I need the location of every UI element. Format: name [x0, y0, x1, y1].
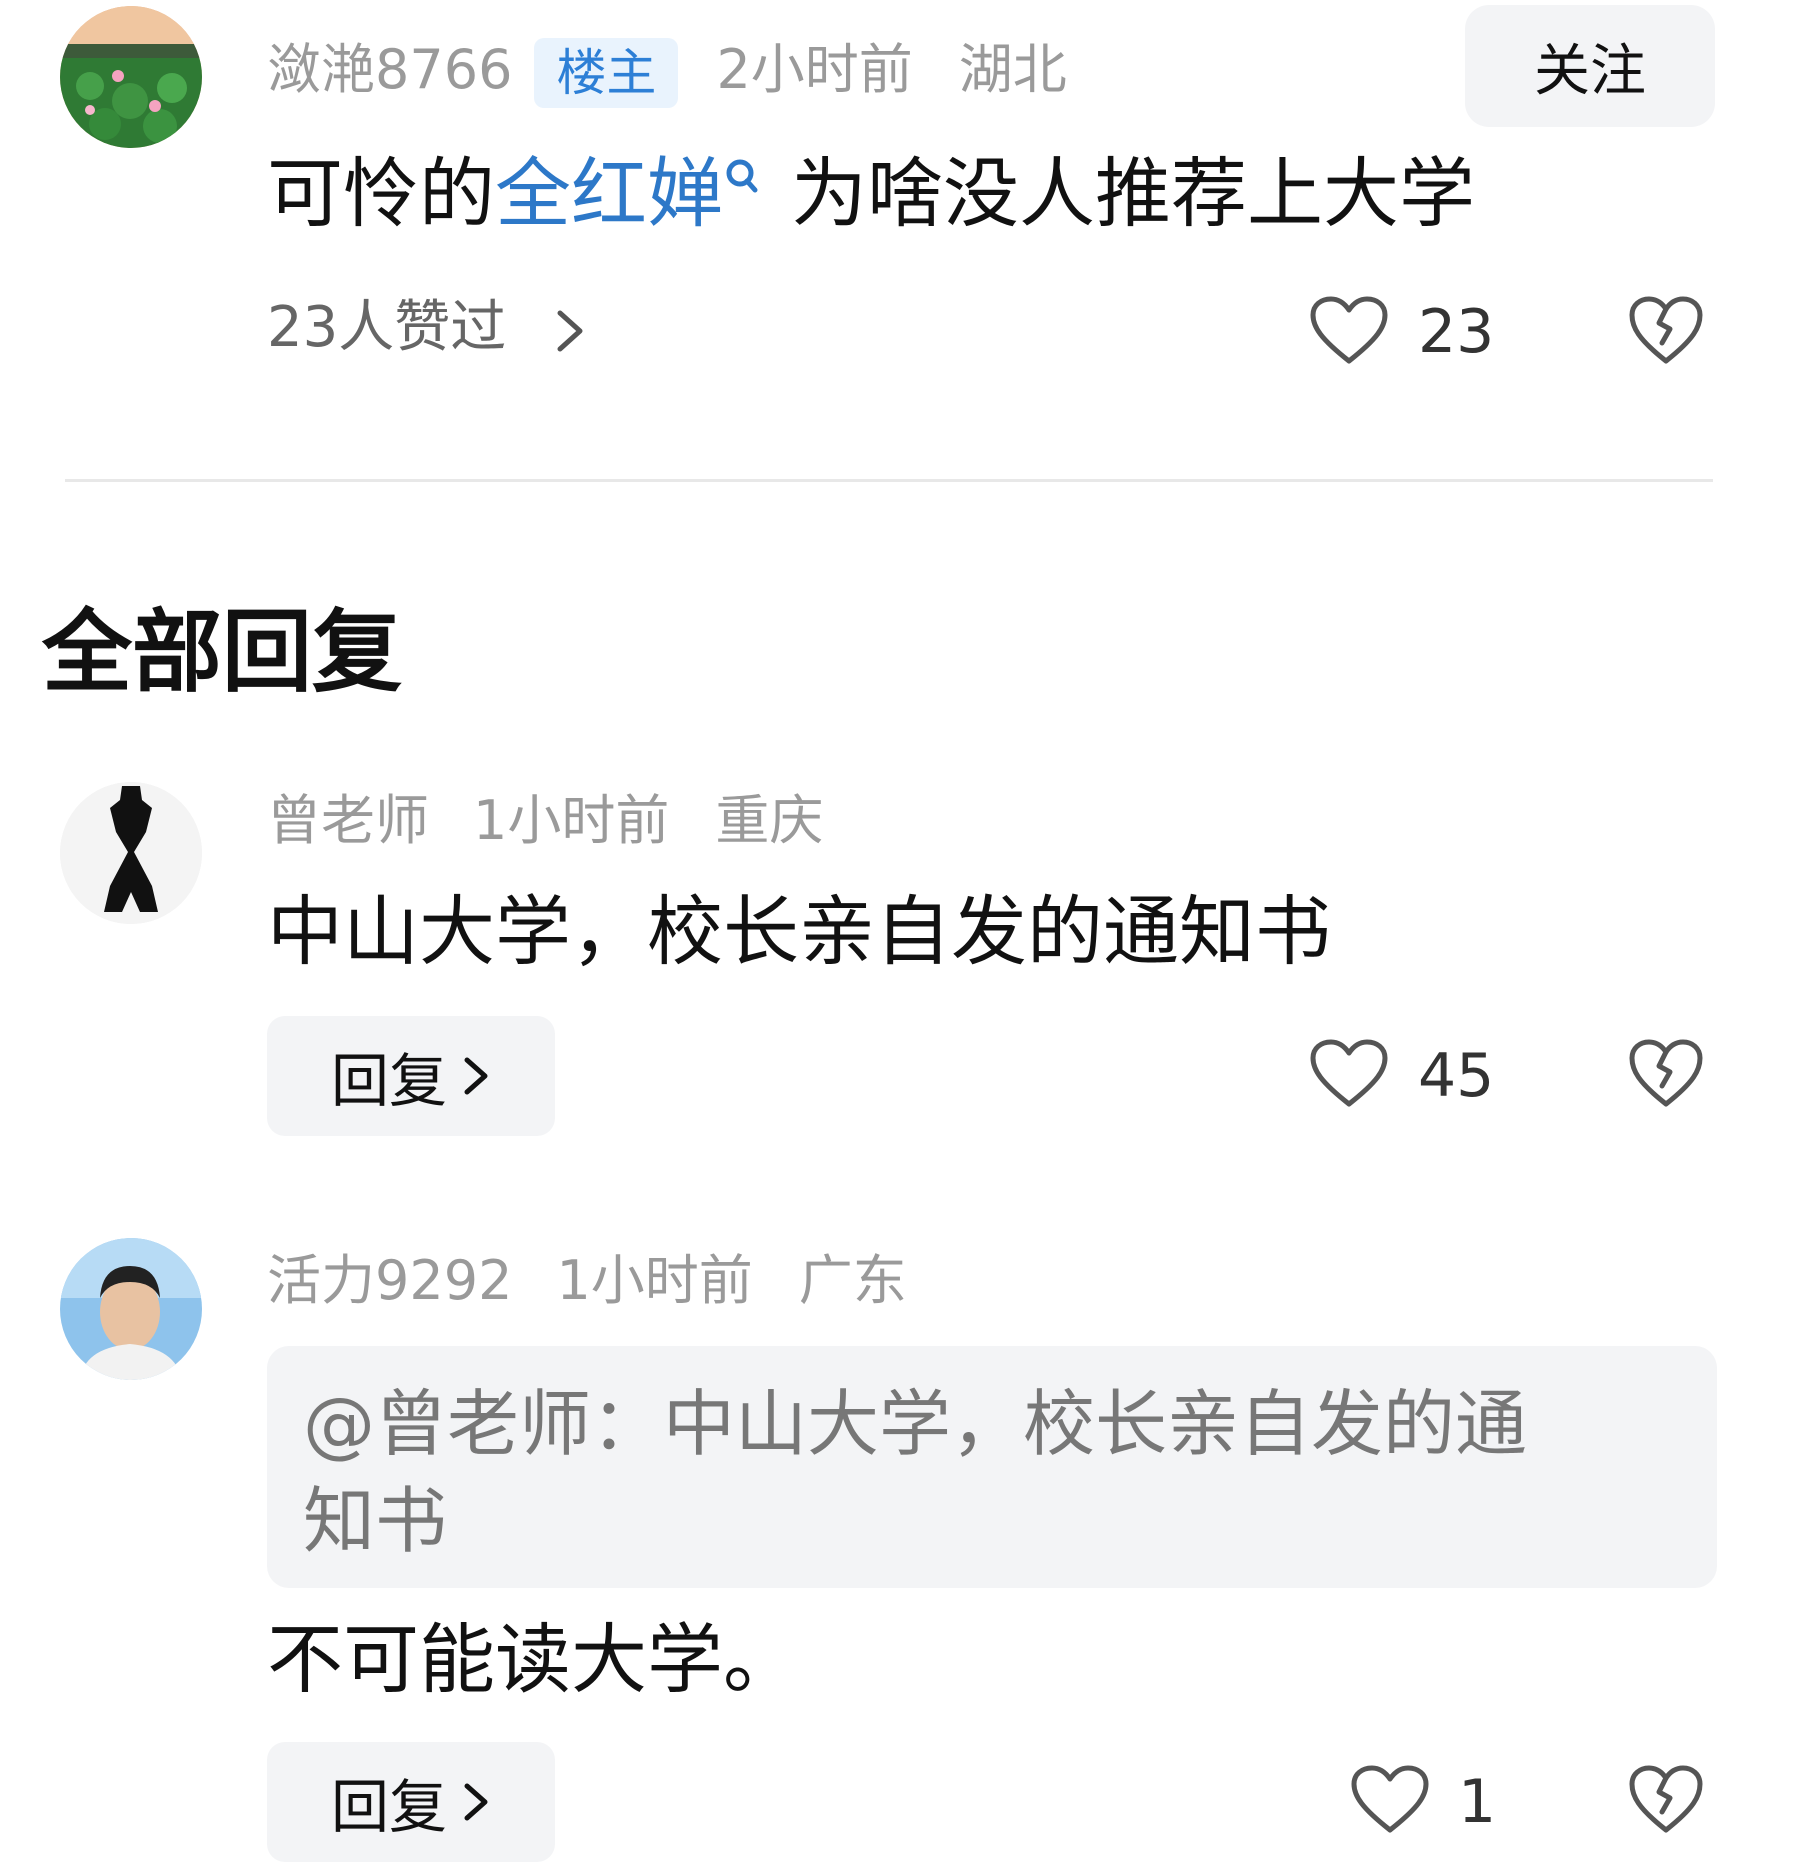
dislike-broken-heart-icon[interactable] [1628, 295, 1704, 367]
reply-avatar[interactable] [60, 1238, 202, 1380]
portrait-avatar-image [60, 1238, 202, 1380]
content-text-prefix: 可怜的 [267, 149, 495, 238]
like-heart-icon[interactable] [1309, 295, 1389, 367]
reply-location: 广东 [798, 1249, 907, 1312]
quote-line: @曾老师：中山大学，校长亲自发的通 [303, 1382, 1528, 1466]
reply-button[interactable]: 回复 [267, 1016, 555, 1136]
post-content: 可怜的全红婵 为啥没人推荐上大学 [267, 150, 1475, 237]
reply-button-label[interactable]: 回复 [331, 1760, 447, 1844]
topic-link[interactable]: 全红婵 [495, 149, 763, 238]
topic-link-text[interactable]: 全红婵 [495, 149, 723, 238]
poster-avatar[interactable] [60, 6, 202, 148]
landscape-avatar-image [60, 6, 202, 148]
silhouette-avatar-image [60, 782, 202, 924]
reply-meta: 曾老师 1小时前 重庆 [267, 794, 823, 848]
section-title: 全部回复 [42, 600, 402, 705]
chevron-right-icon [464, 1057, 488, 1095]
like-heart-icon[interactable] [1350, 1764, 1430, 1836]
reply-meta: 活力9292 1小时前 广东 [267, 1254, 907, 1308]
reply-time: 1小时前 [556, 1249, 753, 1312]
quote-line: 知书 [303, 1479, 448, 1564]
reply-like-count: 1 [1458, 1767, 1497, 1837]
dislike-broken-heart-icon[interactable] [1628, 1764, 1704, 1836]
reply-username[interactable]: 曾老师 [267, 794, 429, 848]
likers-text[interactable]: 23人赞过 [267, 295, 506, 360]
divider [65, 479, 1713, 482]
reply-content: 不可能读大学。 [267, 1615, 799, 1704]
post-like-count: 23 [1418, 297, 1495, 367]
reply-username[interactable]: 活力9292 [267, 1254, 512, 1308]
dislike-broken-heart-icon[interactable] [1628, 1038, 1704, 1110]
reply-location: 重庆 [715, 789, 824, 852]
reply-like-count: 45 [1418, 1041, 1495, 1111]
reply-avatar[interactable] [60, 782, 202, 924]
likers-link[interactable]: 23人赞过 [267, 300, 590, 357]
post-meta: 潋滟8766 楼主 2小时前 湖北 [267, 38, 1067, 108]
reply-time: 1小时前 [473, 789, 670, 852]
chevron-right-icon [557, 310, 583, 352]
post-location: 湖北 [958, 37, 1067, 101]
chevron-right-icon [464, 1783, 488, 1821]
reply-button[interactable]: 回复 [267, 1742, 555, 1862]
follow-button[interactable]: 关注 [1465, 5, 1715, 127]
like-heart-icon[interactable] [1309, 1038, 1389, 1110]
content-text-suffix: 为啥没人推荐上大学 [791, 149, 1475, 238]
reply-button-label[interactable]: 回复 [331, 1034, 447, 1118]
quoted-reply[interactable]: @曾老师：中山大学，校长亲自发的通 知书 [267, 1346, 1717, 1588]
post-time: 2小时前 [716, 37, 913, 101]
search-icon [726, 159, 758, 193]
reply-content: 中山大学，校长亲自发的通知书 [267, 887, 1331, 976]
op-badge: 楼主 [534, 38, 679, 108]
poster-username[interactable]: 潋滟8766 [267, 42, 512, 97]
